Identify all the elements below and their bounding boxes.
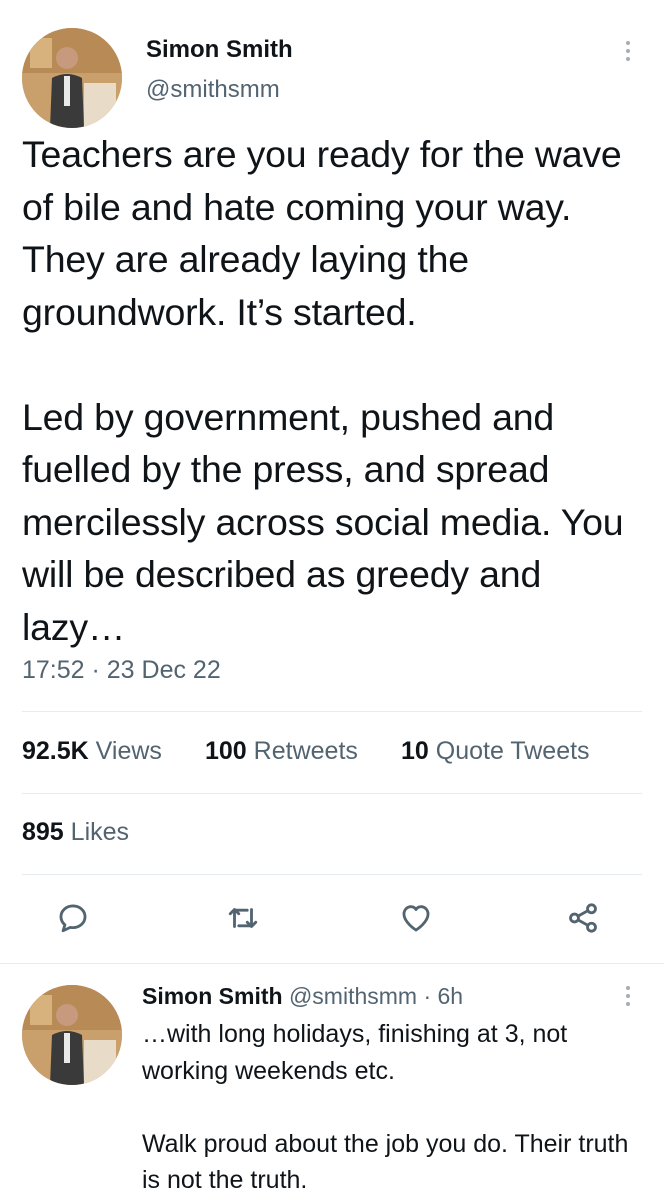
views-count: 92.5K: [22, 737, 89, 765]
more-options-icon[interactable]: [616, 982, 640, 1010]
like-icon: [402, 905, 430, 932]
views-stat: 92.5K Views: [22, 737, 162, 766]
divider: [22, 874, 642, 875]
divider: [22, 793, 642, 794]
reply-author-handle[interactable]: @smithsmm: [289, 983, 417, 1009]
reply-author-name[interactable]: Simon Smith: [142, 983, 283, 1009]
reply-header: Simon Smith @smithsmm · 6h: [142, 983, 463, 1010]
author-name[interactable]: Simon Smith: [146, 36, 293, 64]
more-options-icon[interactable]: [616, 37, 640, 65]
tweet-text: Teachers are you ready for the wave of b…: [22, 133, 624, 648]
reply-time[interactable]: · 6h: [423, 983, 463, 1009]
avatar-photo: [22, 985, 122, 1085]
reply-button[interactable]: [53, 898, 93, 938]
reply-text: …with long holidays, finishing at 3, not…: [142, 1020, 629, 1194]
retweet-button[interactable]: [223, 898, 263, 938]
quote-tweets-stat[interactable]: 10 Quote Tweets: [401, 737, 590, 766]
author-avatar[interactable]: [22, 28, 122, 128]
retweets-stat[interactable]: 100 Retweets: [205, 737, 358, 766]
like-button[interactable]: [396, 898, 436, 938]
tweet-timestamp[interactable]: 17:52 · 23 Dec 22: [22, 656, 221, 685]
retweets-count: 100: [205, 737, 247, 765]
share-icon: [569, 903, 597, 933]
reply-author-avatar[interactable]: [22, 985, 122, 1085]
likes-label: Likes: [70, 818, 130, 846]
reply-icon: [59, 904, 87, 933]
author-handle[interactable]: @smithsmm: [146, 76, 280, 104]
retweet-icon: [228, 908, 258, 928]
divider: [22, 711, 642, 712]
divider: [0, 963, 664, 964]
views-label: Views: [95, 737, 162, 765]
avatar-photo: [22, 28, 122, 128]
retweets-label: Retweets: [253, 737, 358, 765]
likes-stat[interactable]: 895 Likes: [22, 818, 129, 847]
likes-count: 895: [22, 818, 64, 846]
quote-tweets-count: 10: [401, 737, 429, 765]
share-button[interactable]: [563, 898, 603, 938]
quote-tweets-label: Quote Tweets: [435, 737, 590, 765]
